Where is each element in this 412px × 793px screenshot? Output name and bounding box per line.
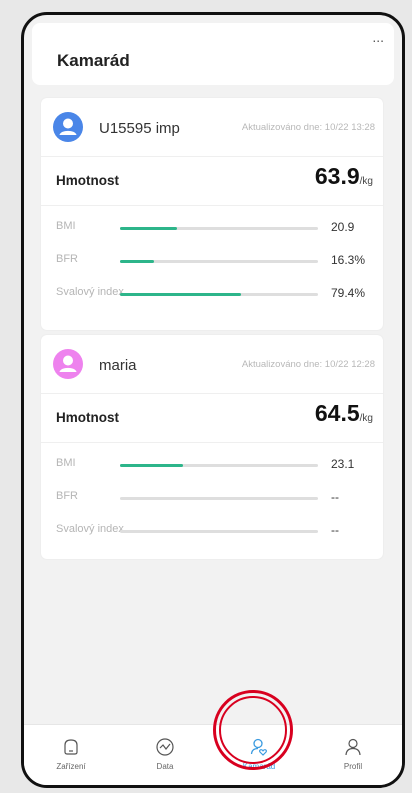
chart-icon	[156, 738, 174, 756]
metric-bar-fill	[120, 260, 154, 263]
friend-card-header: maria Aktualizováno dne: 10/22 12:28	[41, 335, 383, 394]
metric-row: Svalový index --	[41, 513, 383, 546]
metric-label: BMI	[56, 220, 76, 232]
metric-row: BMI 20.9	[41, 210, 383, 243]
weight-unit: /kg	[359, 413, 373, 424]
updated-timestamp: Aktualizováno dne: 10/22 12:28	[241, 359, 375, 370]
nav-label: Data	[156, 762, 174, 771]
metric-bar	[120, 227, 318, 230]
weight-number: 64.5	[314, 400, 360, 426]
phone-frame: Kamarád ... U15595 imp Aktualizováno dne…	[21, 12, 405, 788]
metric-label: BFR	[56, 490, 78, 502]
friend-card-header: U15595 imp Aktualizováno dne: 10/22 13:2…	[41, 98, 383, 157]
metric-label: Svalový index	[56, 523, 124, 535]
avatar	[53, 349, 83, 379]
weight-number: 63.9	[314, 163, 360, 189]
metric-label: BMI	[56, 457, 76, 469]
metric-bar	[120, 530, 318, 533]
weight-row: Hmotnost 64.5/kg	[41, 394, 383, 443]
metric-bar-fill	[120, 293, 241, 296]
avatar	[53, 112, 83, 142]
metric-value: --	[331, 490, 339, 504]
weight-label: Hmotnost	[56, 173, 119, 188]
metric-row: BFR 16.3%	[41, 243, 383, 276]
updated-timestamp: Aktualizováno dne: 10/22 13:28	[241, 122, 375, 133]
weight-value: 64.5/kg	[315, 400, 373, 427]
weight-label: Hmotnost	[56, 410, 119, 425]
weight-row: Hmotnost 63.9/kg	[41, 157, 383, 206]
weight-unit: /kg	[359, 176, 373, 187]
profile-icon	[345, 738, 361, 756]
metric-value: 20.9	[331, 220, 355, 234]
nav-label: Profil	[343, 762, 363, 771]
metric-label: BFR	[56, 253, 78, 265]
page-header: Kamarád ...	[32, 23, 394, 85]
nav-label: Zařízení	[56, 762, 86, 771]
metrics-list: BMI 23.1 BFR -- Svalový index --	[41, 443, 383, 546]
metric-value: 16.3%	[331, 253, 366, 267]
weight-value: 63.9/kg	[315, 163, 373, 190]
metric-bar-fill	[120, 227, 178, 230]
metric-value: 79.4%	[331, 286, 366, 300]
metric-row: BFR --	[41, 480, 383, 513]
highlight-circle	[213, 690, 293, 770]
metrics-list: BMI 20.9 BFR 16.3% Svalový index 79.4%	[41, 206, 383, 309]
metric-value: --	[331, 523, 339, 537]
friend-name: U15595 imp	[99, 120, 180, 137]
nav-item-device[interactable]: Zařízení	[24, 725, 118, 785]
metric-bar	[120, 293, 318, 296]
nav-item-profile[interactable]: Profil	[306, 725, 400, 785]
person-icon	[59, 355, 77, 372]
metric-label: Svalový index	[56, 286, 124, 298]
metric-bar-fill	[120, 464, 184, 467]
nav-item-data[interactable]: Data	[118, 725, 212, 785]
page-title: Kamarád	[57, 51, 130, 70]
friend-name: maria	[99, 357, 137, 374]
metric-bar	[120, 464, 318, 467]
metric-value: 23.1	[331, 457, 355, 471]
metric-row: BMI 23.1	[41, 447, 383, 480]
device-icon	[64, 739, 78, 755]
more-options-icon[interactable]: ...	[372, 29, 384, 45]
person-icon	[59, 118, 77, 135]
friend-card[interactable]: U15595 imp Aktualizováno dne: 10/22 13:2…	[41, 98, 383, 330]
metric-bar	[120, 260, 318, 263]
metric-bar	[120, 497, 318, 500]
metric-row: Svalový index 79.4%	[41, 276, 383, 309]
friend-card[interactable]: maria Aktualizováno dne: 10/22 12:28 Hmo…	[41, 335, 383, 559]
